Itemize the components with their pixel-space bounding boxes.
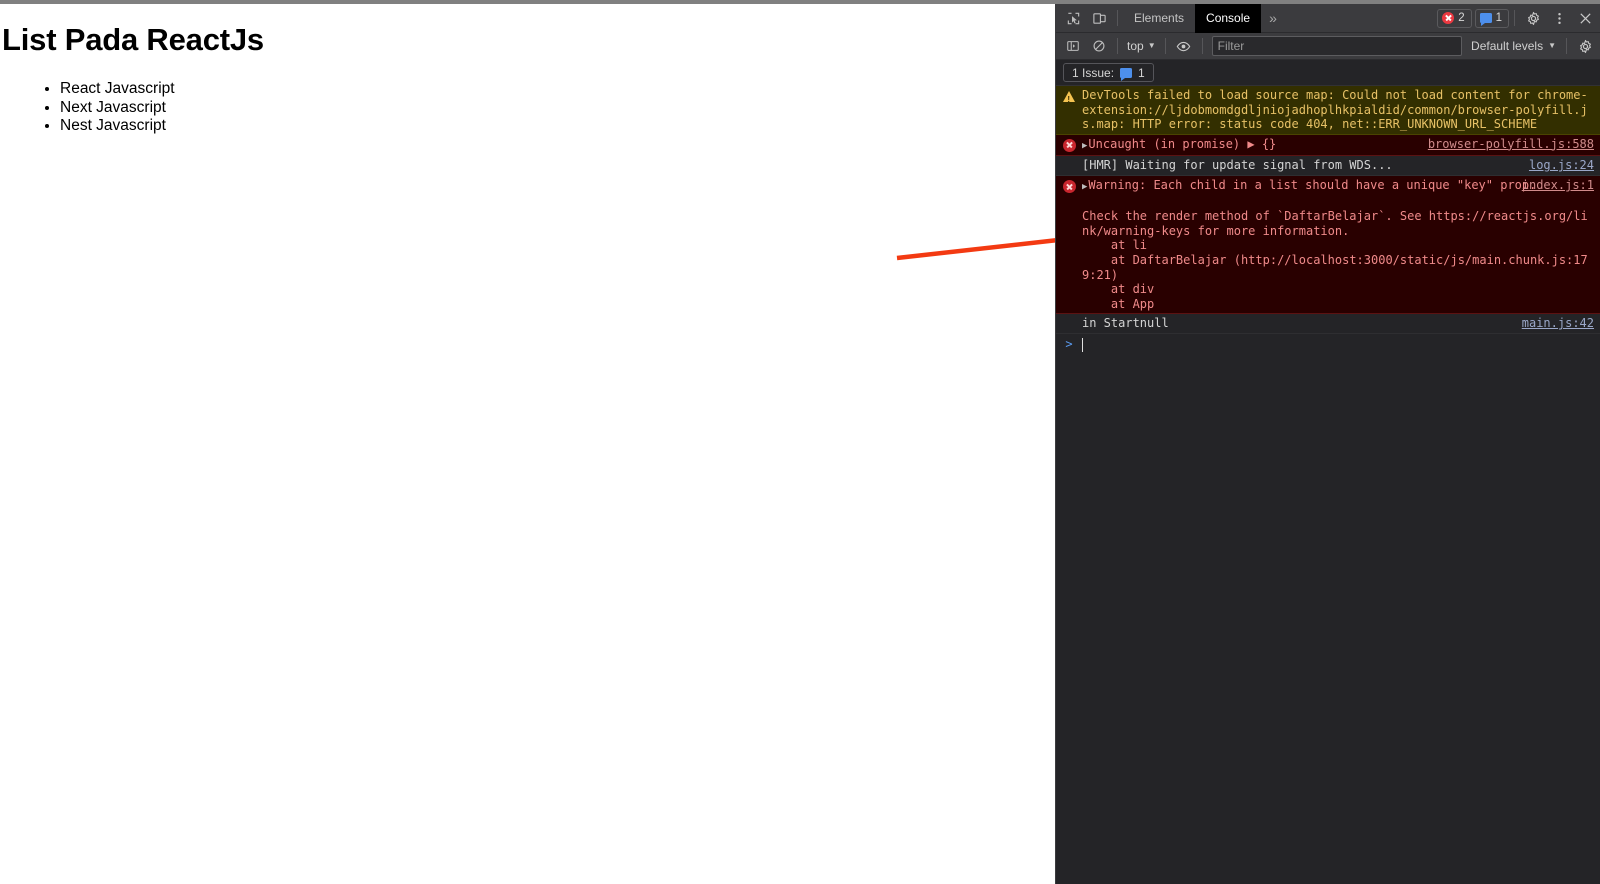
list-item: Next Javascript	[60, 99, 175, 118]
issues-bar[interactable]: 1 Issue: 1	[1056, 60, 1600, 86]
console-filter-input[interactable]	[1211, 36, 1463, 56]
message-text: [HMR] Waiting for update signal from WDS…	[1082, 158, 1393, 173]
screen: List Pada ReactJs React Javascript Next …	[0, 0, 1600, 884]
console-prompt-row[interactable]: >	[1056, 333, 1600, 355]
list-item: React Javascript	[60, 80, 175, 99]
log-level-label: Default levels	[1471, 39, 1544, 53]
kebab-menu-icon[interactable]	[1546, 6, 1572, 30]
console-message-error-key-warning[interactable]: ▶Warning: Each child in a list should ha…	[1056, 175, 1600, 315]
filterbar-divider-3	[1201, 38, 1203, 54]
message-gutter	[1056, 88, 1082, 108]
issue-number: 1	[1138, 65, 1145, 80]
execution-context-select[interactable]: top ▼	[1123, 36, 1160, 56]
error-circle-icon	[1442, 12, 1455, 24]
live-expression-eye-icon[interactable]	[1171, 34, 1197, 58]
device-toolbar-icon[interactable]	[1086, 6, 1112, 30]
error-count-label: 2	[1458, 12, 1465, 24]
expand-triangle-icon[interactable]: ▶	[1082, 182, 1087, 192]
message-gutter	[1056, 158, 1082, 159]
console-filter-toolbar: top ▼ Default levels ▼	[1056, 33, 1600, 60]
message-source-link[interactable]: browser-polyfill.js:588	[1428, 137, 1594, 152]
console-sidebar-icon[interactable]	[1060, 34, 1086, 58]
error-circle-icon	[1062, 179, 1076, 193]
message-count-badge[interactable]: 1	[1474, 8, 1509, 28]
tab-elements[interactable]: Elements	[1123, 4, 1195, 33]
console-message-warning[interactable]: DevTools failed to load source map: Coul…	[1056, 86, 1600, 135]
more-tabs-icon[interactable]: »	[1261, 4, 1285, 33]
message-bubble-icon	[1479, 13, 1492, 26]
console-settings-gear-icon[interactable]	[1572, 34, 1598, 58]
close-icon[interactable]	[1572, 6, 1598, 30]
message-source-link[interactable]: main.js:42	[1522, 316, 1594, 331]
prompt-caret-icon: >	[1065, 336, 1073, 351]
message-text: DevTools failed to load source map: Coul…	[1082, 88, 1588, 132]
chevron-down-icon-2: ▼	[1548, 41, 1556, 50]
console-message-info-start[interactable]: in Startnull main.js:42	[1056, 314, 1600, 334]
expand-triangle-icon[interactable]: ▶	[1082, 141, 1087, 151]
log-level-select[interactable]: Default levels ▼	[1466, 39, 1561, 53]
devtools-panel: Elements Console » 2 1 top ▼ Filter Defa…	[1055, 3, 1600, 884]
belajar-list: React Javascript Next Javascript Nest Ja…	[38, 80, 175, 136]
issue-chip[interactable]: 1 Issue: 1	[1063, 63, 1154, 82]
message-gutter	[1056, 316, 1082, 317]
web-page-viewport: List Pada ReactJs React Javascript Next …	[0, 4, 1055, 884]
error-count-badge[interactable]: 2	[1437, 8, 1472, 28]
issue-count-label: 1 Issue:	[1072, 65, 1115, 80]
message-gutter	[1056, 137, 1082, 152]
error-circle-icon	[1062, 138, 1076, 152]
filterbar-divider-2	[1164, 38, 1166, 54]
list-item: Nest Javascript	[60, 117, 175, 136]
chevron-down-icon: ▼	[1147, 41, 1156, 50]
console-input-cursor[interactable]	[1082, 337, 1083, 352]
console-message-error-uncaught[interactable]: ▶Uncaught (in promise) ▶ {} browser-poly…	[1056, 134, 1600, 157]
gear-icon[interactable]	[1520, 6, 1546, 30]
filterbar-divider	[1117, 38, 1118, 54]
warning-triangle-icon	[1063, 91, 1075, 108]
toolbar-divider	[1117, 10, 1118, 26]
inspect-cursor-icon[interactable]	[1060, 6, 1086, 30]
console-message-list[interactable]: DevTools failed to load source map: Coul…	[1056, 86, 1600, 884]
message-source-link[interactable]: index.js:1	[1522, 178, 1594, 193]
filterbar-divider-4	[1566, 38, 1567, 54]
message-source-link[interactable]: log.js:24	[1529, 158, 1594, 173]
message-gutter	[1056, 178, 1082, 193]
execution-context-label: top	[1127, 39, 1144, 53]
tab-console[interactable]: Console	[1195, 3, 1262, 33]
message-count-label: 1	[1495, 12, 1502, 24]
clear-console-icon[interactable]	[1086, 34, 1112, 58]
issue-message-icon	[1120, 67, 1133, 81]
message-text: ▶Warning: Each child in a list should ha…	[1082, 177, 1588, 311]
page-title: List Pada ReactJs	[2, 22, 264, 57]
toolbar-divider-2	[1514, 10, 1515, 26]
console-message-info-hmr[interactable]: [HMR] Waiting for update signal from WDS…	[1056, 156, 1600, 176]
devtools-main-toolbar: Elements Console » 2 1	[1056, 3, 1600, 33]
